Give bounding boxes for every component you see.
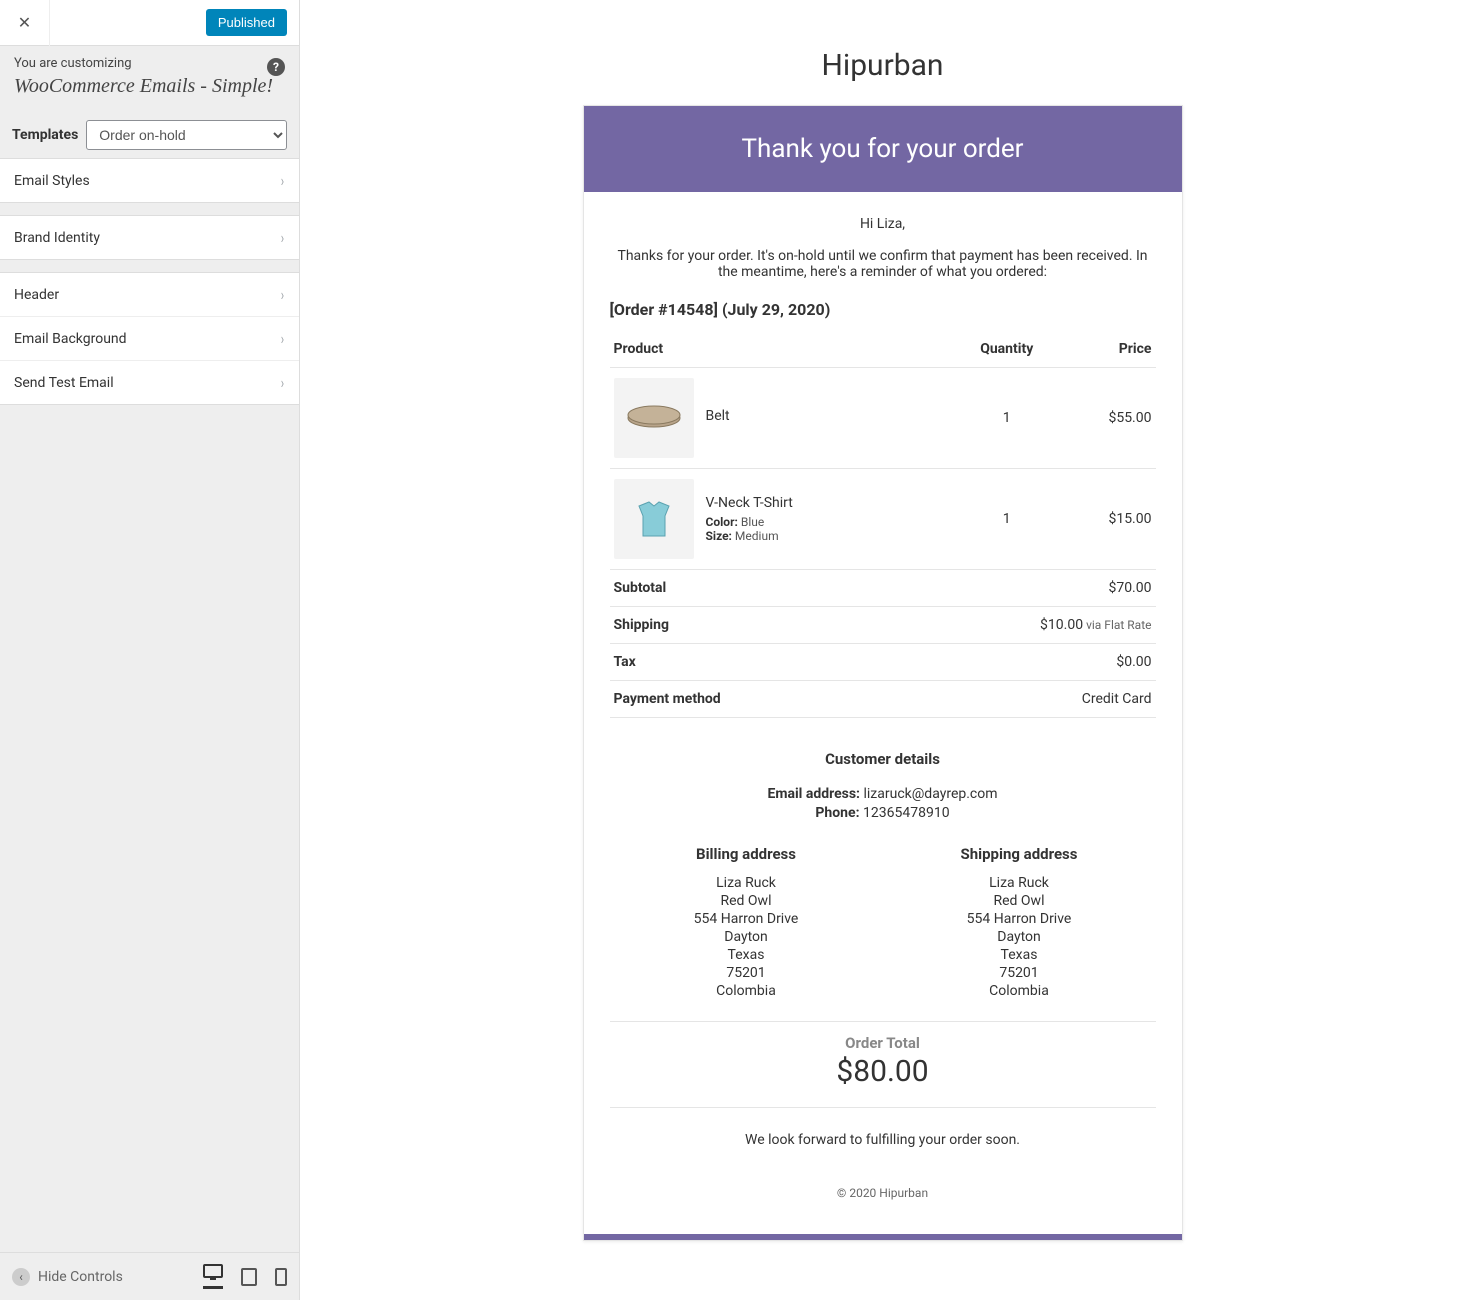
device-tablet-icon[interactable]: [241, 1264, 257, 1289]
product-name: V-Neck T-Shirt: [706, 495, 793, 511]
chevron-right-icon: ›: [281, 373, 284, 392]
order-items-table: Product Quantity Price: [610, 331, 1156, 570]
templates-select[interactable]: Order on-hold: [86, 120, 287, 150]
product-price: $15.00: [1062, 469, 1155, 570]
product-attr: Size: Medium: [706, 529, 793, 543]
product-qty: 1: [951, 469, 1062, 570]
panel-label: Header: [14, 287, 59, 303]
panel-label: Email Background: [14, 331, 127, 347]
shipping-address: Shipping address Liza Ruck Red Owl 554 H…: [883, 845, 1156, 1001]
email-intro: Thanks for your order. It's on-hold unti…: [610, 248, 1156, 280]
order-title: [Order #14548] (July 29, 2020): [610, 300, 1156, 319]
panel-label: Email Styles: [14, 173, 90, 189]
chevron-right-icon: ›: [281, 329, 284, 348]
table-row: V-Neck T-Shirt Color: Blue Size: Medium …: [610, 469, 1156, 570]
customizer-sidebar: ✕ Published You are customizing WooComme…: [0, 0, 300, 1300]
table-row: Belt 1 $55.00: [610, 368, 1156, 469]
email-body: Hi Liza, Thanks for your order. It's on-…: [584, 192, 1182, 1234]
templates-row: Templates Order on-hold: [0, 112, 299, 158]
templates-label: Templates: [12, 127, 78, 143]
totals-row-tax: Tax $0.00: [610, 644, 1156, 681]
order-total-value: $80.00: [610, 1054, 1156, 1089]
email-greeting: Hi Liza,: [610, 216, 1156, 232]
customer-phone: Phone: 12365478910: [610, 805, 1156, 821]
billing-address: Billing address Liza Ruck Red Owl 554 Ha…: [610, 845, 883, 1001]
panel-brand-identity[interactable]: Brand Identity ›: [0, 216, 299, 259]
product-image: [614, 378, 694, 458]
email-header-banner: Thank you for your order: [584, 106, 1182, 192]
device-mobile-icon[interactable]: [275, 1264, 287, 1289]
customizing-label: You are customizing: [14, 56, 285, 71]
totals-row-subtotal: Subtotal $70.00: [610, 570, 1156, 607]
publish-status-button[interactable]: Published: [206, 9, 287, 36]
chevron-right-icon: ›: [281, 171, 284, 190]
product-attr: Color: Blue: [706, 515, 793, 529]
email-preview: Hipurban Thank you for your order Hi Liz…: [583, 48, 1183, 1241]
panel-email-background[interactable]: Email Background ›: [0, 317, 299, 361]
order-totals-table: Subtotal $70.00 Shipping $10.00 via Flat…: [610, 570, 1156, 718]
customer-details-heading: Customer details: [610, 750, 1156, 768]
collapse-left-icon: ‹: [12, 1268, 30, 1286]
shipping-heading: Shipping address: [883, 845, 1156, 863]
panel-group-1: Email Styles ›: [0, 158, 299, 203]
close-customizer-button[interactable]: ✕: [0, 0, 50, 46]
th-quantity: Quantity: [951, 331, 1062, 368]
device-preview-switcher: [203, 1264, 287, 1289]
panel-label: Brand Identity: [14, 230, 100, 246]
panel-email-styles[interactable]: Email Styles ›: [0, 159, 299, 202]
product-image: [614, 479, 694, 559]
email-footer: © 2020 Hipurban: [610, 1172, 1156, 1224]
panel-group-3: Header › Email Background › Send Test Em…: [0, 272, 299, 405]
product-qty: 1: [951, 368, 1062, 469]
address-row: Billing address Liza Ruck Red Owl 554 Ha…: [610, 845, 1156, 1022]
panel-group-2: Brand Identity ›: [0, 215, 299, 260]
th-price: Price: [1062, 331, 1155, 368]
panel-header[interactable]: Header ›: [0, 273, 299, 317]
order-total-block: Order Total $80.00: [610, 1022, 1156, 1108]
email-brand: Hipurban: [583, 48, 1183, 83]
email-bottom-bar: [584, 1234, 1182, 1240]
preview-area: Hipurban Thank you for your order Hi Liz…: [300, 0, 1465, 1300]
chevron-right-icon: ›: [281, 285, 284, 304]
sidebar-footer: ‹ Hide Controls: [0, 1252, 299, 1300]
billing-heading: Billing address: [610, 845, 883, 863]
closing-text: We look forward to fulfilling your order…: [610, 1108, 1156, 1172]
product-name: Belt: [706, 408, 730, 424]
totals-row-payment: Payment method Credit Card: [610, 681, 1156, 718]
customizing-header: You are customizing WooCommerce Emails -…: [0, 46, 299, 112]
hide-controls-label: Hide Controls: [38, 1269, 123, 1285]
email-card: Thank you for your order Hi Liza, Thanks…: [583, 105, 1183, 1241]
sidebar-top-bar: ✕ Published: [0, 0, 299, 46]
panel-send-test-email[interactable]: Send Test Email ›: [0, 361, 299, 404]
close-icon: ✕: [18, 13, 31, 32]
totals-row-shipping: Shipping $10.00 via Flat Rate: [610, 607, 1156, 644]
chevron-right-icon: ›: [281, 228, 284, 247]
th-product: Product: [610, 331, 952, 368]
panel-label: Send Test Email: [14, 375, 114, 391]
device-desktop-icon[interactable]: [203, 1264, 223, 1289]
help-icon[interactable]: ?: [267, 58, 285, 76]
customizing-title: WooCommerce Emails - Simple!: [14, 75, 285, 98]
hide-controls-button[interactable]: ‹ Hide Controls: [12, 1268, 123, 1286]
order-total-label: Order Total: [610, 1034, 1156, 1052]
product-price: $55.00: [1062, 368, 1155, 469]
customer-email: Email address: lizaruck@dayrep.com: [610, 786, 1156, 802]
